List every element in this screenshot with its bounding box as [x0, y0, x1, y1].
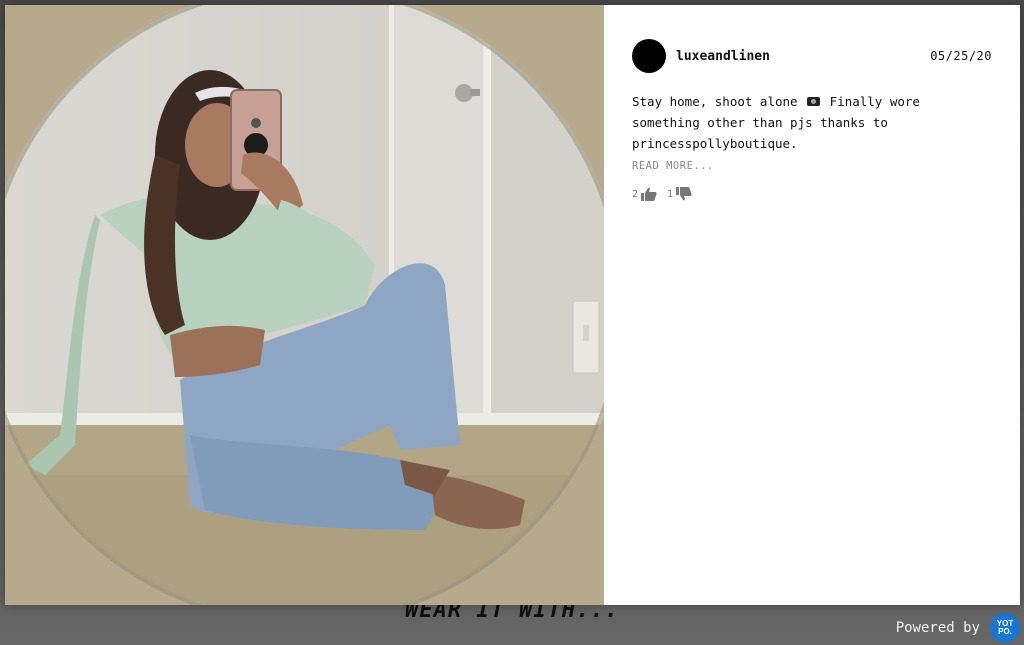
thumbs-down-icon	[676, 187, 692, 201]
read-more-link[interactable]: READ MORE...	[632, 160, 714, 172]
camera-icon	[807, 97, 821, 106]
downvote-button[interactable]: 1	[667, 187, 692, 201]
post-modal: luxeandlinen 05/25/20 Stay home, shoot a…	[5, 5, 1020, 605]
post-caption: Stay home, shoot alone Finally wore some…	[632, 91, 992, 154]
post-date: 05/25/20	[930, 49, 992, 63]
post-photo	[5, 5, 604, 605]
downvote-count: 1	[667, 188, 674, 200]
post-details: luxeandlinen 05/25/20 Stay home, shoot a…	[604, 5, 1020, 605]
avatar[interactable]	[632, 39, 666, 73]
upvote-count: 2	[632, 188, 639, 200]
post-header: luxeandlinen 05/25/20	[632, 39, 992, 73]
upvote-button[interactable]: 2	[632, 187, 657, 201]
powered-by-label: Powered by	[895, 620, 980, 636]
yotpo-logo-icon[interactable]: YOT PO.	[990, 613, 1020, 643]
yotpo-logo-line2: PO.	[998, 627, 1012, 636]
thumbs-up-icon	[641, 187, 657, 201]
caption-text-start: Stay home, shoot alone	[632, 94, 798, 109]
post-photo-image	[5, 5, 604, 605]
vote-controls: 2 1	[632, 187, 992, 201]
username[interactable]: luxeandlinen	[676, 49, 930, 64]
powered-by[interactable]: Powered by YOT PO.	[896, 613, 1020, 643]
